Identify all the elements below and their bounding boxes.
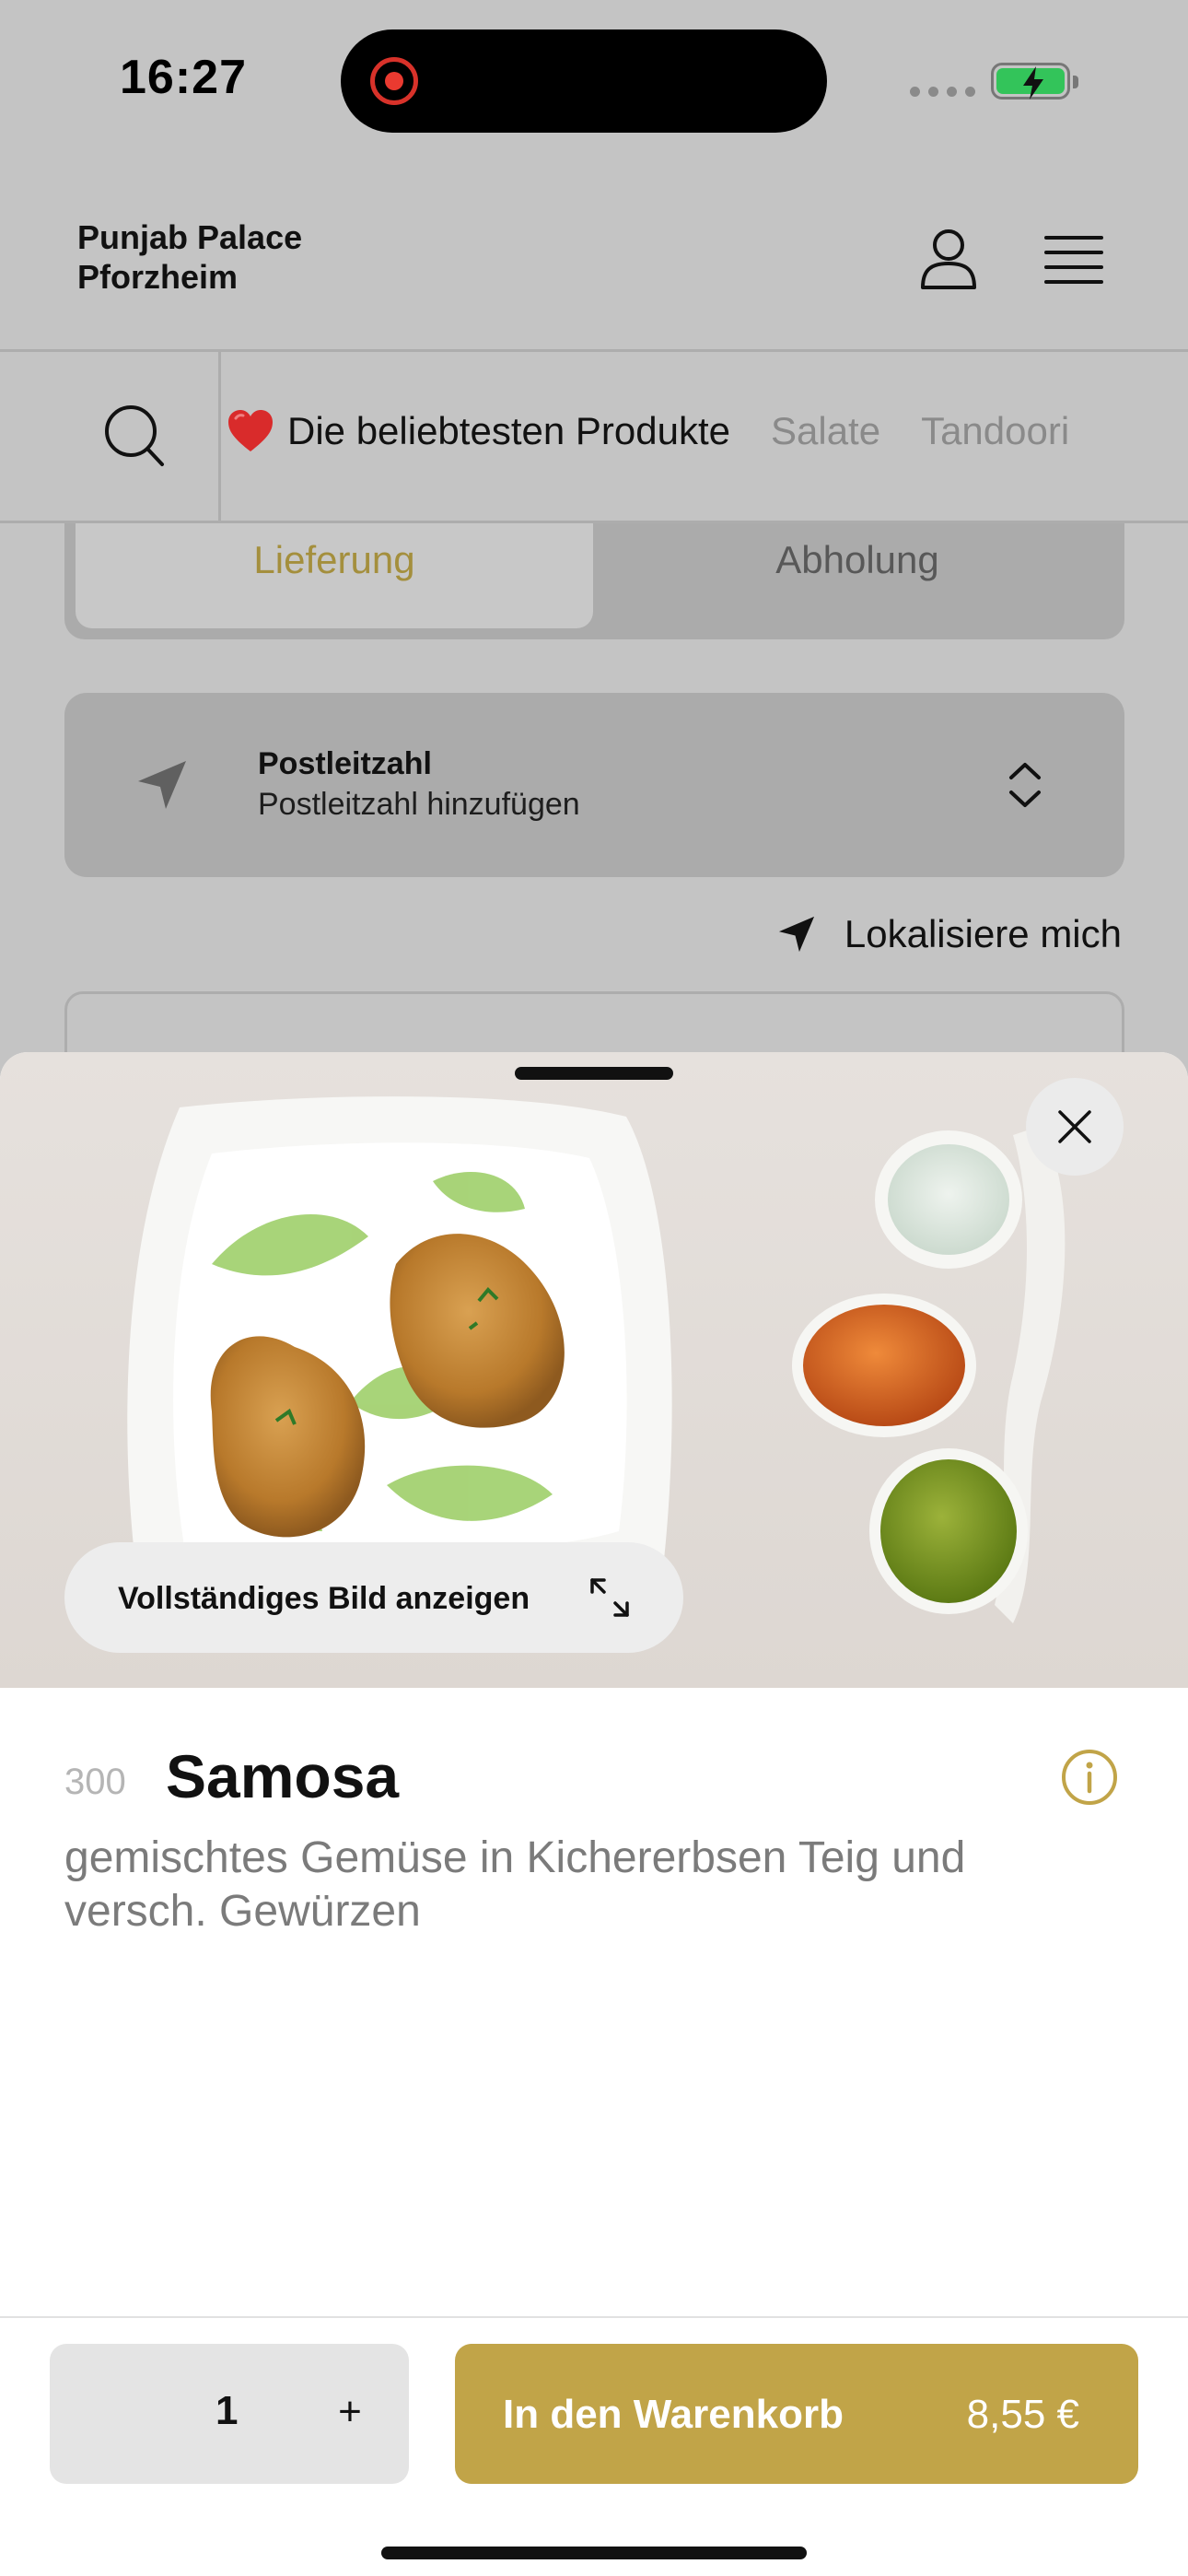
locate-me-label: Lokalisiere mich: [844, 912, 1122, 955]
info-icon[interactable]: [1061, 1749, 1118, 1806]
status-bar: 16:27: [0, 0, 1188, 166]
battery-icon: [991, 63, 1078, 100]
recording-icon: [370, 57, 418, 105]
dynamic-island: [341, 29, 827, 133]
product-price: 8,55 €: [966, 2392, 1079, 2437]
close-icon: [1058, 1110, 1091, 1143]
product-sheet: Vollständiges Bild anzeigen 300 Samosa g…: [0, 1052, 1188, 2576]
heart-icon: [228, 410, 273, 451]
tab-salate[interactable]: Salate: [771, 409, 880, 453]
restaurant-name-line1: Punjab Palace: [77, 218, 303, 256]
tab-label: Die beliebtesten Produkte: [287, 409, 730, 452]
app-header: Punjab Palace Pforzheim: [0, 166, 1188, 352]
postal-code-selector[interactable]: Postleitzahl Postleitzahl hinzufügen: [64, 693, 1124, 877]
quantity-stepper[interactable]: 1 +: [50, 2344, 409, 2484]
category-bar: Die beliebtesten Produkte Salate Tandoor…: [0, 352, 1188, 523]
cart-footer: 1 + In den Warenkorb 8,55 €: [0, 2316, 1188, 2576]
quantity-increase-button[interactable]: +: [317, 2379, 383, 2445]
tab-tandoori[interactable]: Tandoori: [921, 409, 1069, 453]
category-tabs: Die beliebtesten Produkte Salate Tandoor…: [227, 409, 1069, 453]
pickup-option[interactable]: Abholung: [599, 523, 1116, 628]
navigation-arrow-icon: [138, 761, 186, 809]
show-full-image-button[interactable]: Vollständiges Bild anzeigen: [64, 1542, 683, 1653]
search-button[interactable]: [0, 352, 221, 521]
postal-code-title: Postleitzahl: [258, 746, 432, 781]
product-number: 300: [64, 1762, 126, 1802]
charging-bolt-icon: [1023, 66, 1043, 100]
search-icon: [105, 405, 164, 466]
restaurant-name[interactable]: Punjab Palace Pforzheim: [77, 217, 302, 297]
show-full-image-label: Vollständiges Bild anzeigen: [118, 1581, 530, 1616]
delivery-option[interactable]: Lieferung: [76, 523, 593, 628]
status-time: 16:27: [120, 51, 247, 104]
user-icon[interactable]: [919, 227, 978, 291]
order-type-toggle: Lieferung Abholung: [64, 523, 1124, 639]
restaurant-name-line2: Pforzheim: [77, 258, 239, 296]
add-to-cart-label: In den Warenkorb: [503, 2392, 844, 2437]
close-button[interactable]: [1026, 1078, 1124, 1176]
home-indicator[interactable]: [381, 2547, 807, 2559]
expand-icon: [590, 1578, 629, 1617]
product-description: gemischtes Gemüse in Kichererbsen Teig u…: [64, 1833, 966, 1936]
chevron-up-down-icon: [1009, 763, 1041, 807]
postal-code-subtitle: Postleitzahl hinzufügen: [258, 787, 580, 822]
tab-popular-products[interactable]: Die beliebtesten Produkte: [227, 409, 730, 453]
quantity-value: 1: [215, 2388, 239, 2433]
cellular-signal-icon: [910, 87, 975, 97]
locate-me-button[interactable]: Lokalisiere mich: [776, 912, 1122, 956]
menu-icon[interactable]: [1044, 234, 1103, 286]
product-name: Samosa: [166, 1742, 400, 1810]
location-arrow-icon: [778, 916, 814, 953]
sheet-grabber[interactable]: [515, 1067, 673, 1080]
add-to-cart-button[interactable]: In den Warenkorb 8,55 €: [455, 2344, 1138, 2484]
